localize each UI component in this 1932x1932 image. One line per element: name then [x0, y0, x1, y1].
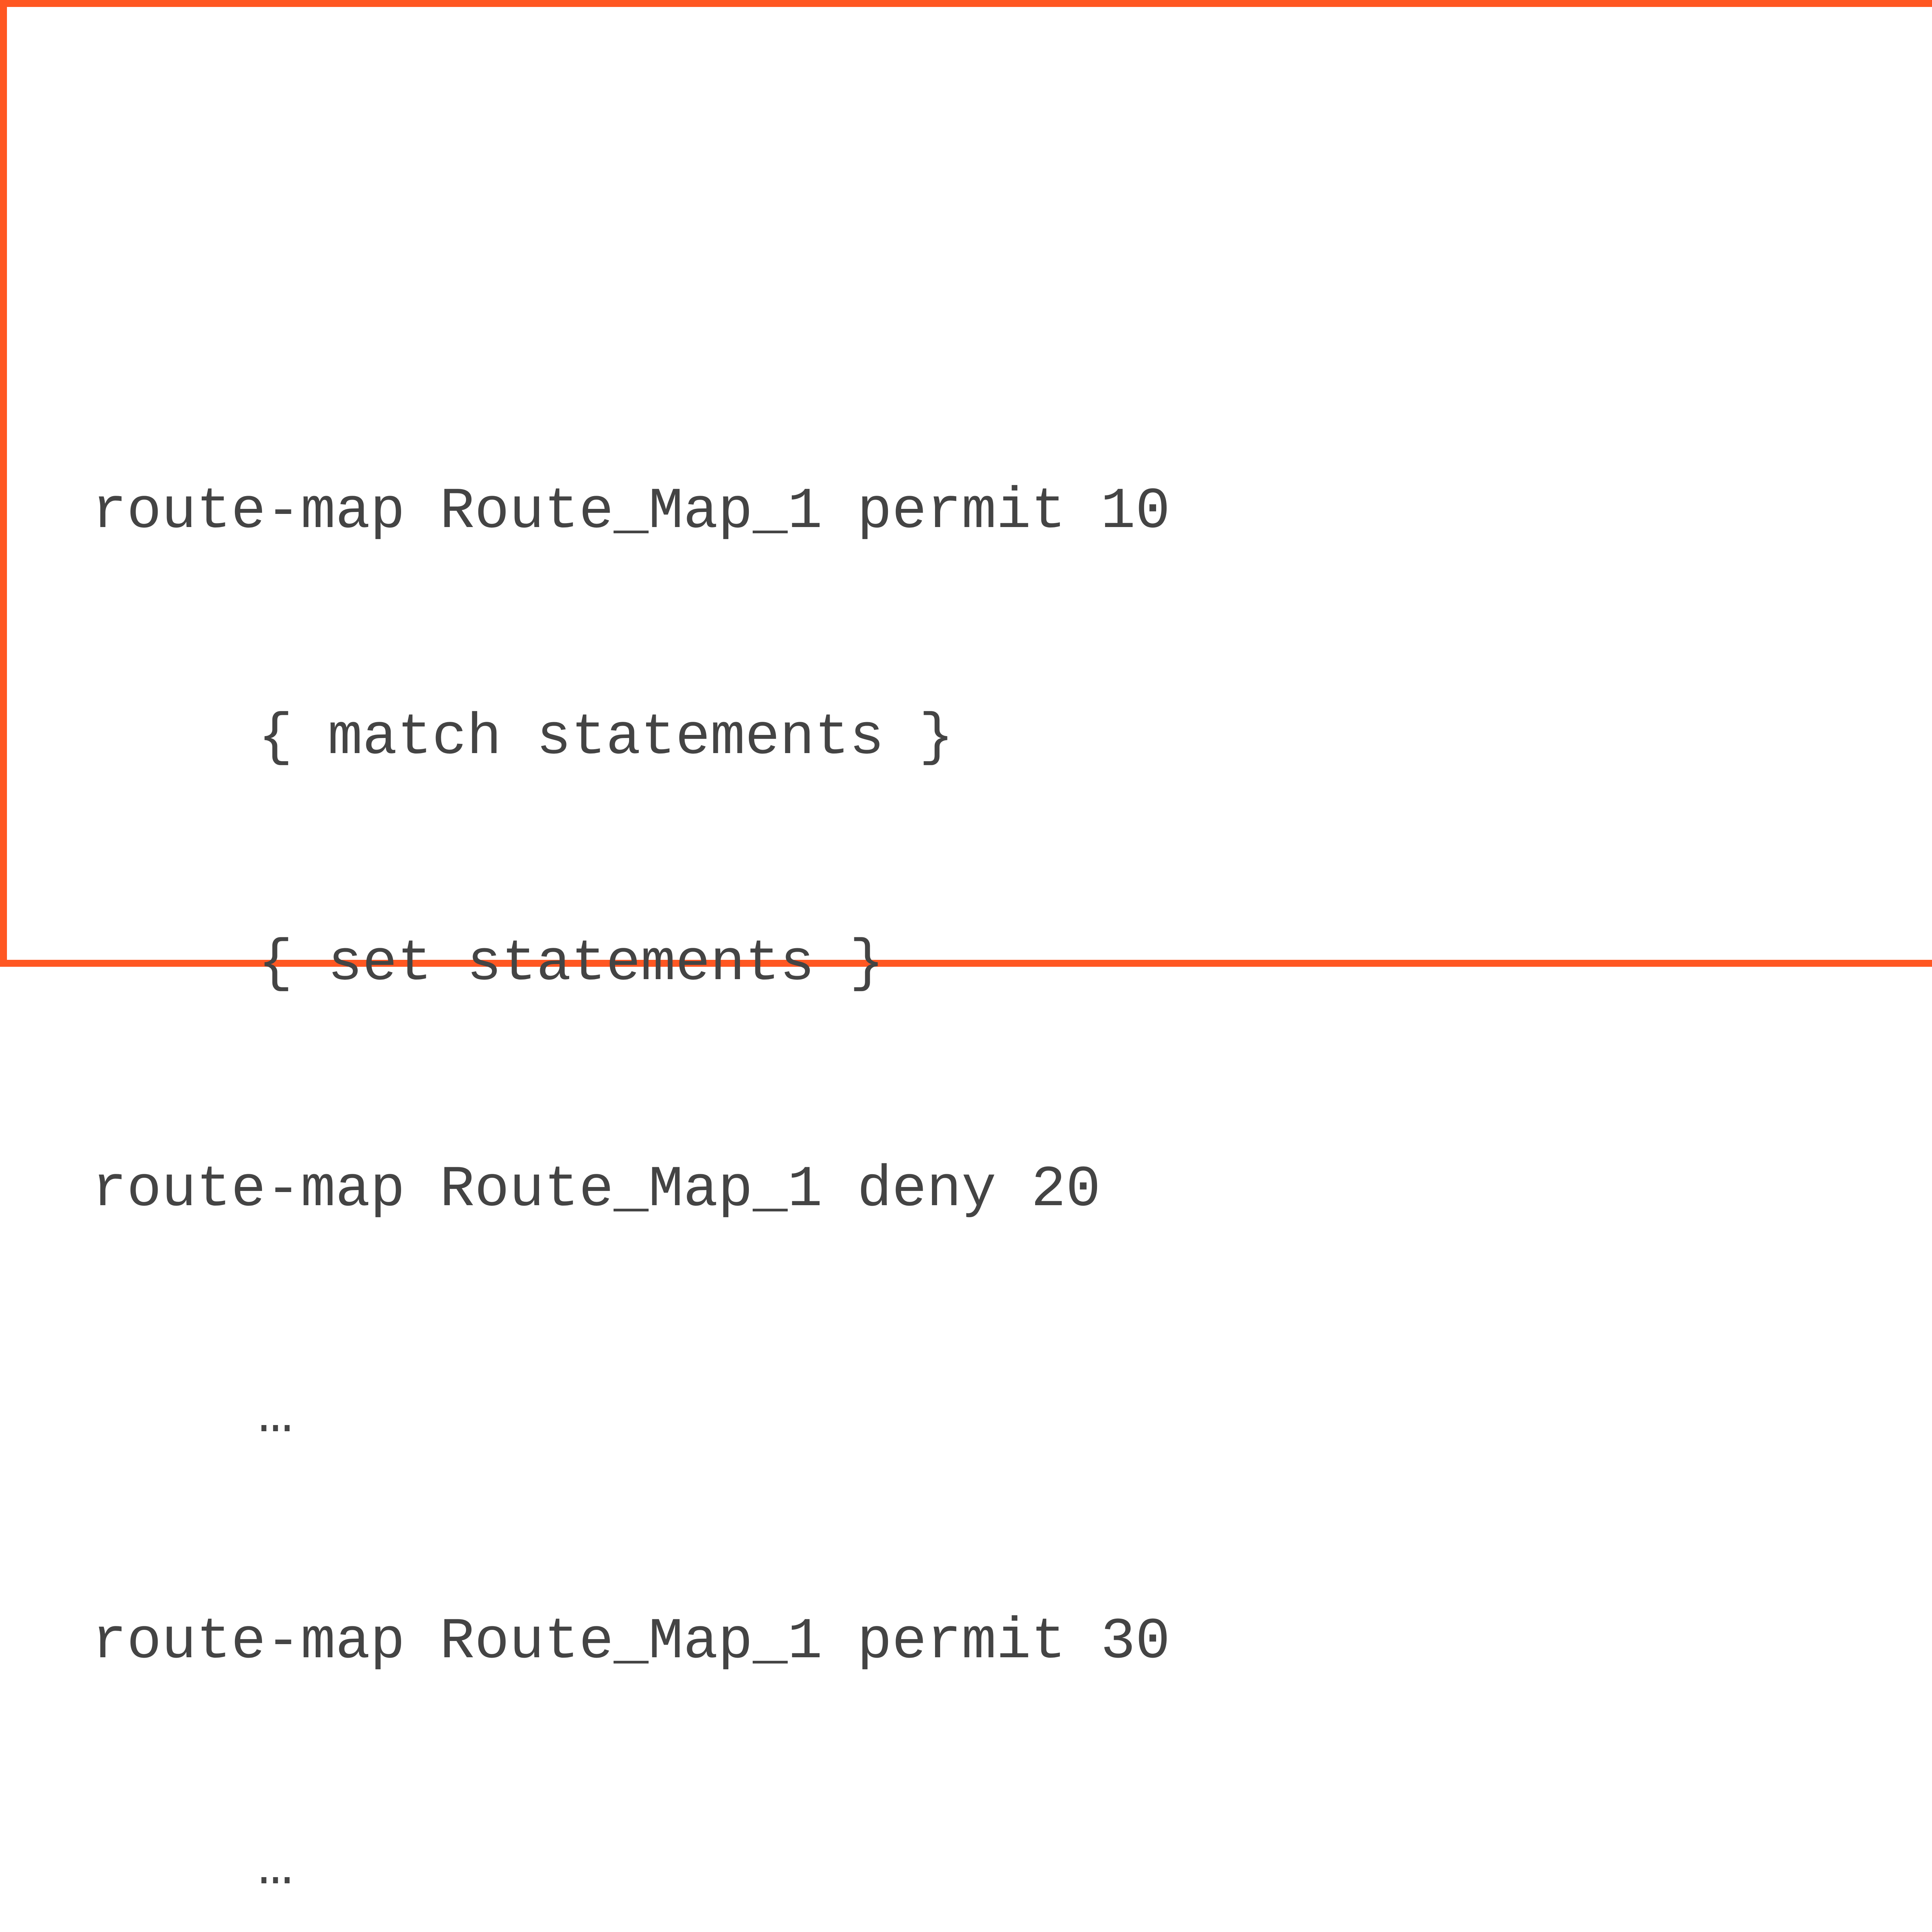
code-line-4: route-map Route_Map_1 deny 20: [92, 1153, 1170, 1228]
code-line-5: …: [92, 1379, 1170, 1454]
code-line-2: { match statements }: [92, 701, 1170, 776]
code-snippet: route-map Route_Map_1 permit 10 { match …: [92, 324, 1170, 1932]
code-line-3: { set statements }: [92, 927, 1170, 1002]
code-line-6: route-map Route_Map_1 permit 30: [92, 1605, 1170, 1680]
code-line-7: …: [92, 1831, 1170, 1906]
document-frame: PIVIT route-map Route_Map_1 permit 10 { …: [0, 0, 1932, 967]
code-line-1: route-map Route_Map_1 permit 10: [92, 474, 1170, 550]
